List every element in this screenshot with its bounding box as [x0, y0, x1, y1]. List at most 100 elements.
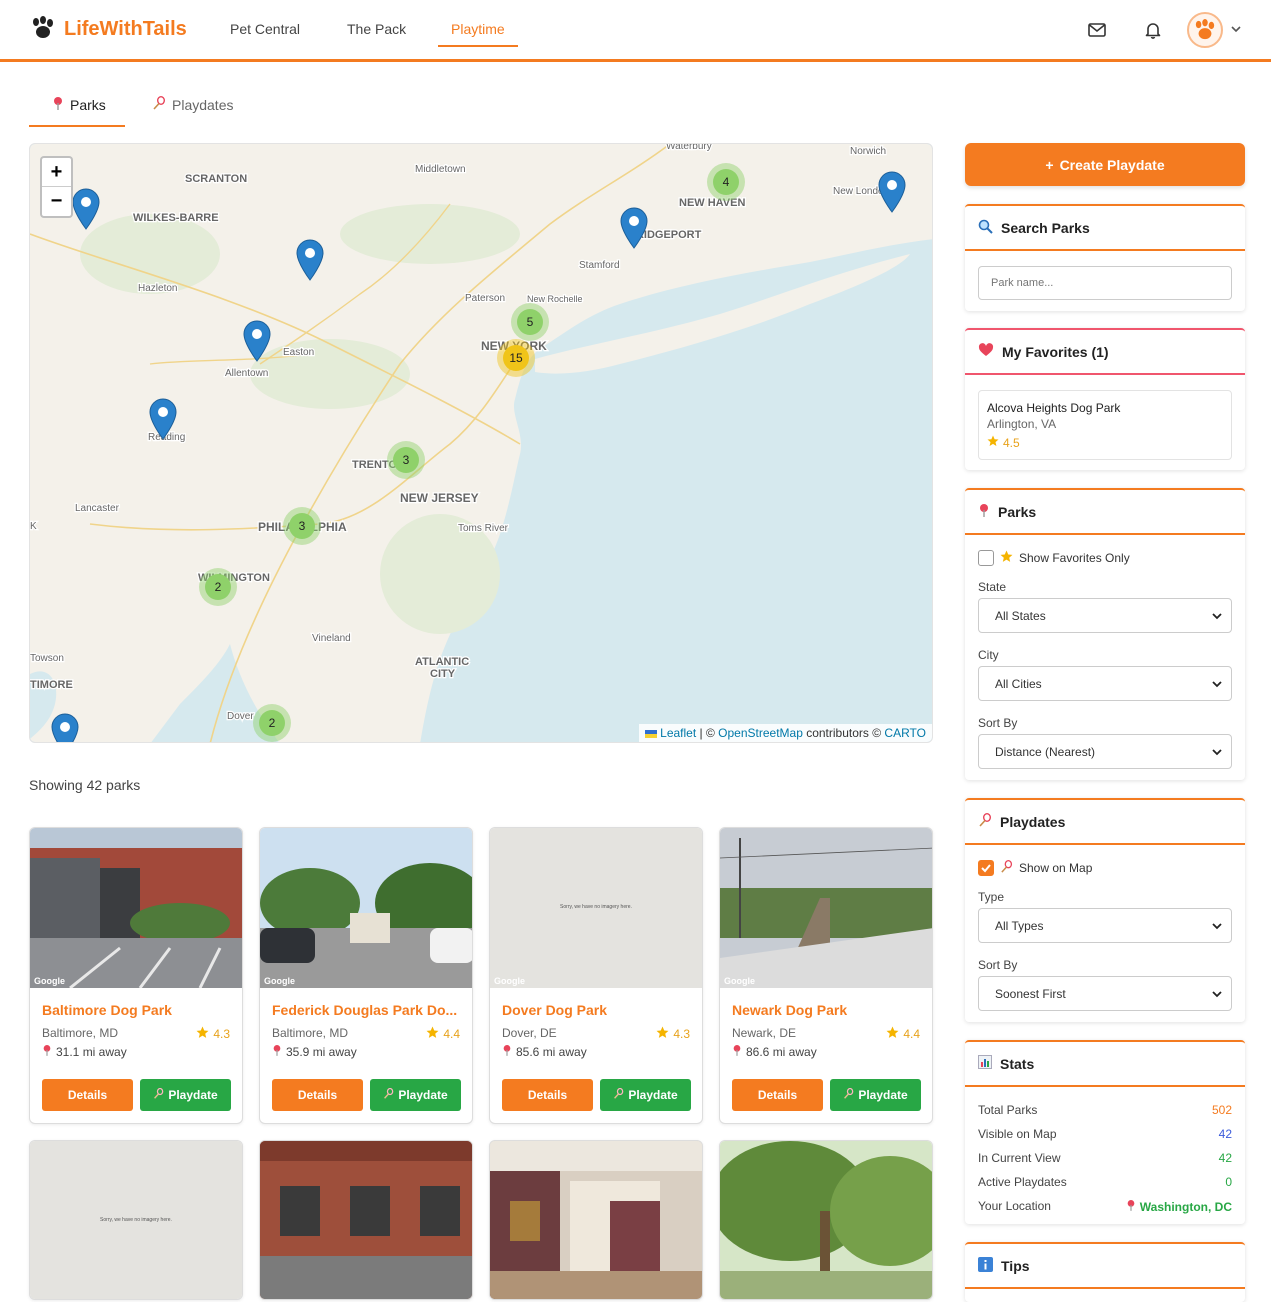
brand-logo[interactable]: LifeWithTails [30, 16, 187, 43]
parks-sort-select[interactable]: Distance (Nearest) [978, 734, 1232, 769]
nav-pet-central[interactable]: Pet Central [230, 21, 300, 37]
park-card[interactable]: Google Newark Dog Park Newark, DE 4.4 86… [719, 827, 933, 1124]
mail-icon[interactable] [1087, 20, 1107, 40]
park-distance-value: 85.6 mi away [516, 1044, 587, 1059]
zoom-in-button[interactable]: + [42, 158, 71, 187]
zoom-out-button[interactable]: − [42, 187, 71, 216]
map-label: Allentown [225, 368, 268, 379]
park-location: Baltimore, MD [42, 1026, 119, 1040]
star-icon [196, 1026, 209, 1042]
park-rating: 4.4 [886, 1026, 920, 1042]
favorite-park-location: Arlington, VA [987, 417, 1057, 431]
create-playdate-label: Create Playdate [1059, 156, 1165, 173]
state-select-value: All States [995, 608, 1046, 623]
park-card[interactable]: Google Baltimore Dog Park Baltimore, MD … [29, 827, 243, 1124]
tips-panel-title: Tips [1001, 1257, 1030, 1274]
park-card[interactable]: Sorry, we have no imagery here. [29, 1140, 243, 1300]
forest-area [340, 204, 520, 264]
magnifier-icon [978, 219, 993, 237]
parks-map[interactable]: SCRANTON WILKES-BARRE Hazleton Allentown Eas… [29, 143, 933, 743]
park-search-input[interactable] [978, 266, 1232, 300]
playdates-sort-select[interactable]: Soonest First [978, 976, 1232, 1011]
park-distance: 31.1 mi away [42, 1044, 127, 1059]
stat-label: In Current View [978, 1151, 1061, 1165]
details-button[interactable]: Details [502, 1079, 593, 1111]
checkmark-icon [981, 864, 991, 873]
top-navbar: LifeWithTails Pet Central The Pack Playt… [0, 0, 1271, 62]
zoom-control: + − [40, 156, 73, 218]
park-card[interactable]: Google Federick Douglas Park Do... Balti… [259, 827, 473, 1124]
osm-link[interactable]: OpenStreetMap [718, 726, 803, 740]
details-button[interactable]: Details [272, 1079, 363, 1111]
park-distance: 86.6 mi away [732, 1044, 817, 1059]
nav-the-pack[interactable]: The Pack [347, 21, 406, 37]
bar-chart-icon [978, 1055, 992, 1072]
playdate-button[interactable]: Playdate [370, 1079, 461, 1111]
show-favorites-toggle[interactable]: Show Favorites Only [978, 550, 1130, 566]
search-panel-title: Search Parks [1001, 219, 1090, 236]
avatar[interactable] [1187, 12, 1223, 48]
create-playdate-button[interactable]: + Create Playdate [965, 143, 1245, 186]
stat-row: Your Location Washington, DC [978, 1199, 1232, 1214]
park-name[interactable]: Dover Dog Park [502, 1002, 692, 1018]
park-rating-value: 4.3 [673, 1027, 690, 1041]
leaflet-link[interactable]: Leaflet [660, 726, 696, 740]
map-cluster-marker[interactable]: 3 [387, 441, 425, 479]
details-button[interactable]: Details [42, 1079, 133, 1111]
map-cluster-count: 3 [299, 519, 306, 533]
park-name[interactable]: Baltimore Dog Park [42, 1002, 232, 1018]
map-cluster-marker[interactable]: 5 [511, 303, 549, 341]
map-cluster-marker[interactable]: 15 [497, 339, 535, 377]
chevron-down-icon[interactable] [1229, 22, 1243, 39]
google-watermark: Google [724, 976, 755, 986]
heart-icon [978, 343, 994, 360]
park-distance: 85.6 mi away [502, 1044, 587, 1059]
show-on-map-toggle[interactable]: Show on Map [978, 860, 1092, 876]
stat-value: 502 [1211, 1103, 1232, 1117]
park-location: Baltimore, MD [272, 1026, 349, 1040]
map-canvas[interactable]: SCRANTON WILKES-BARRE Hazleton Allentown Eas… [30, 144, 933, 743]
park-card[interactable] [719, 1140, 933, 1300]
playdates-sort-label: Sort By [978, 958, 1018, 972]
show-on-map-checkbox[interactable] [978, 860, 994, 876]
show-favorites-checkbox[interactable] [978, 550, 994, 566]
park-card[interactable] [259, 1140, 473, 1300]
favorite-park-rating-value: 4.5 [1003, 435, 1020, 450]
stat-value: 42 [1218, 1151, 1232, 1165]
pin-icon [978, 503, 990, 520]
star-icon [886, 1026, 899, 1042]
bell-icon[interactable] [1143, 20, 1163, 40]
carto-link[interactable]: CARTO [884, 726, 926, 740]
city-select[interactable]: All Cities [978, 666, 1232, 701]
park-photo: Sorry, we have no imagery here. Google [490, 828, 702, 988]
state-select[interactable]: All States [978, 598, 1232, 633]
park-card[interactable]: Sorry, we have no imagery here. Google Do… [489, 827, 703, 1124]
tab-parks[interactable]: Parks [52, 96, 106, 113]
pin-icon [272, 1044, 282, 1059]
map-cluster-count: 4 [723, 175, 730, 189]
search-panel: Search Parks [965, 204, 1245, 311]
favorites-panel: My Favorites (1) Alcova Heights Dog Park… [965, 328, 1245, 470]
park-card[interactable] [489, 1140, 703, 1300]
playdate-button[interactable]: Playdate [830, 1079, 921, 1111]
map-label: NEW HAVEN [679, 197, 745, 209]
map-label: Dover [227, 711, 254, 722]
details-button[interactable]: Details [732, 1079, 823, 1111]
map-cluster-marker[interactable]: 2 [253, 704, 291, 742]
map-cluster-marker[interactable]: 2 [199, 568, 237, 606]
map-pin-marker[interactable] [51, 713, 79, 743]
chevron-down-icon [1211, 988, 1223, 1003]
map-cluster-marker[interactable]: 3 [283, 507, 321, 545]
park-name[interactable]: Federick Douglas Park Do... [272, 1002, 462, 1018]
map-label: Vineland [312, 633, 351, 644]
playdate-button[interactable]: Playdate [600, 1079, 691, 1111]
type-select[interactable]: All Types [978, 908, 1232, 943]
nav-playtime[interactable]: Playtime [451, 21, 505, 37]
tab-active-indicator [29, 125, 125, 127]
playdate-button[interactable]: Playdate [140, 1079, 231, 1111]
favorite-park-item[interactable]: Alcova Heights Dog Park Arlington, VA 4.… [978, 390, 1232, 460]
park-name[interactable]: Newark Dog Park [732, 1002, 922, 1018]
map-cluster-marker[interactable]: 4 [707, 163, 745, 201]
tab-playdates[interactable]: Playdates [152, 96, 233, 113]
type-select-value: All Types [995, 918, 1044, 933]
